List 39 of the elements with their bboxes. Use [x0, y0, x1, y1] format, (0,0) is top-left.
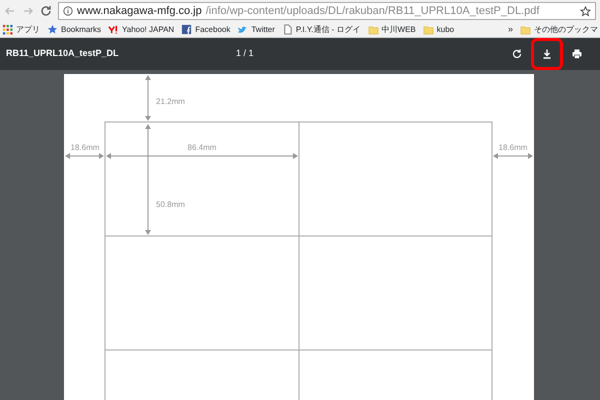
star-icon: [47, 24, 58, 35]
star-icon[interactable]: [580, 6, 591, 16]
dimension-label: 18.6mm: [70, 143, 100, 152]
facebook-logo-icon: [181, 24, 192, 35]
download-icon[interactable]: [541, 48, 553, 60]
download-button[interactable]: [534, 41, 560, 67]
bookmark-link[interactable]: kubo: [422, 24, 454, 36]
yahoo-logo-icon: [108, 24, 120, 35]
bookmark-link[interactable]: Yahoo! JAPAN: [108, 24, 174, 36]
url-host: www.nakagawa-mfg.co.jp: [77, 4, 202, 19]
bookmark-link[interactable]: Facebook: [181, 24, 230, 36]
reload-icon[interactable]: [40, 5, 52, 17]
vertical-dimension-arrow: [145, 75, 151, 121]
document-title: RB11_UPRL10A_testP_DL: [6, 47, 120, 60]
url-path: /info/wp-content/uploads/DL/rakuban/RB11_UPRL10A_testP_DL.pdf: [206, 4, 540, 19]
info-icon: [63, 6, 73, 16]
bookmark-link[interactable]: 中川WEB: [368, 24, 416, 36]
dimension-label: 86.4mm: [188, 143, 216, 152]
horizontal-dimension-arrow: [493, 153, 533, 159]
bookmark-link[interactable]: P.I.Y.通信 - ログイ: [282, 24, 361, 36]
page-icon: [282, 24, 293, 35]
address-field[interactable]: www.nakagawa-mfg.co.jp /info/wp-content/uploads/DL/rakuban/RB11_UPRL10A_testP_DL.pdf: [58, 2, 596, 20]
bookmark-link[interactable]: アプリ: [2, 24, 40, 36]
folder-icon: [520, 24, 531, 35]
bookmark-link[interactable]: Bookmarks: [47, 24, 102, 36]
print-icon[interactable]: [571, 48, 583, 60]
page-counter: 1 / 1: [236, 47, 255, 60]
overflow-chevron-button[interactable]: »: [508, 22, 513, 36]
dimension-label: 18.6mm: [498, 143, 528, 152]
bookmark-folder-link[interactable]: その他のブックマ: [520, 24, 598, 36]
horizontal-dimension-arrow: [65, 153, 104, 159]
apps-grid-icon: [2, 24, 13, 35]
rotate-icon[interactable]: [511, 48, 523, 60]
dimension-label: 21.2mm: [156, 97, 185, 106]
folder-icon: [368, 24, 379, 35]
bookmark-link[interactable]: Twitter: [237, 24, 275, 36]
folder-icon: [422, 24, 434, 35]
bird-icon: [237, 24, 248, 35]
dimension-label: 50.8mm: [156, 200, 185, 209]
